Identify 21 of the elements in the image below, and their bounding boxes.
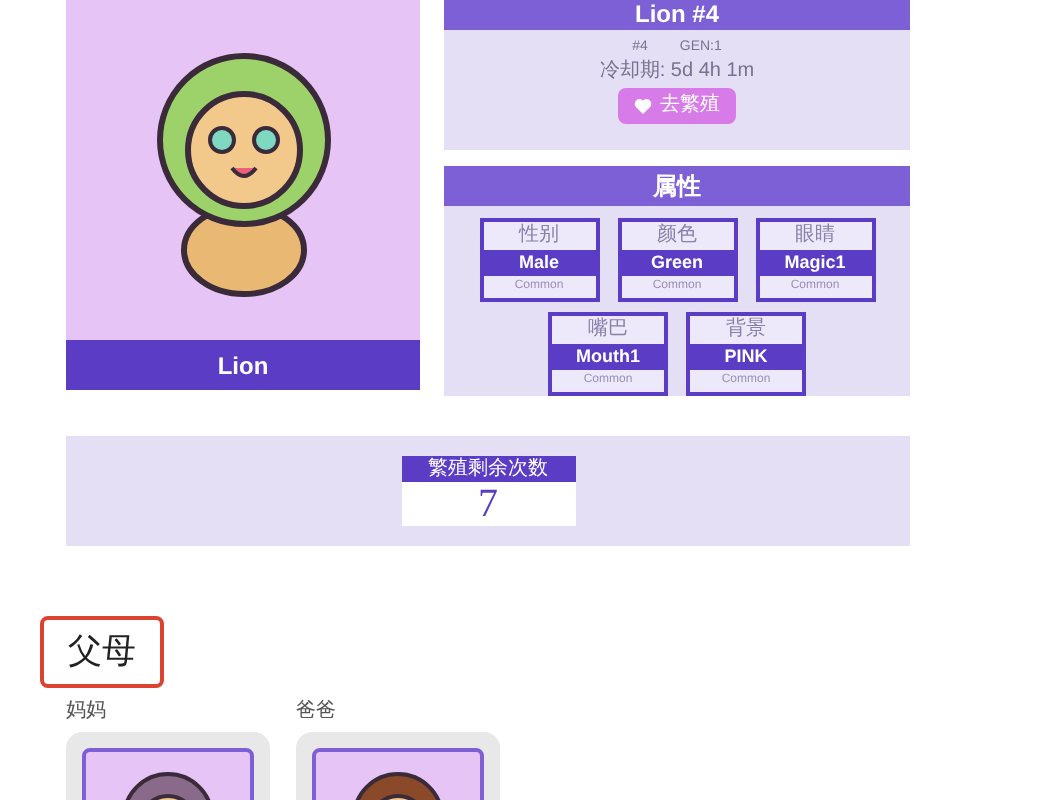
attribute-value: Magic1 xyxy=(759,250,871,276)
parent-label: 爸爸 xyxy=(296,699,338,723)
attribute-value: PINK xyxy=(690,344,802,370)
parent-label: 妈妈 xyxy=(66,699,108,723)
breeding-count: 7 xyxy=(476,482,500,526)
attribute-label: 嘴巴 xyxy=(586,316,630,344)
parents-heading: 父母 xyxy=(40,616,164,687)
attributes-title: 属性 xyxy=(444,166,910,206)
attribute-label: 背景 xyxy=(724,316,768,344)
info-title: Lion #4 xyxy=(444,0,910,30)
attribute-label: 眼睛 xyxy=(793,222,837,250)
attribute-value: Mouth1 xyxy=(552,344,664,370)
cooldown-text: 冷却期: 5d 4h 1m xyxy=(599,59,755,83)
attribute-label: 性别 xyxy=(516,222,561,250)
card-name: Lion xyxy=(215,349,271,383)
breed-button[interactable]: 去繁殖 xyxy=(618,87,736,123)
heart-icon xyxy=(634,97,652,113)
attribute-value: Green xyxy=(621,250,733,276)
breeding-label: 繁殖剩余次数 xyxy=(401,456,575,482)
attribute-label: 颜色 xyxy=(655,222,699,250)
attribute-value: Male xyxy=(483,250,595,276)
